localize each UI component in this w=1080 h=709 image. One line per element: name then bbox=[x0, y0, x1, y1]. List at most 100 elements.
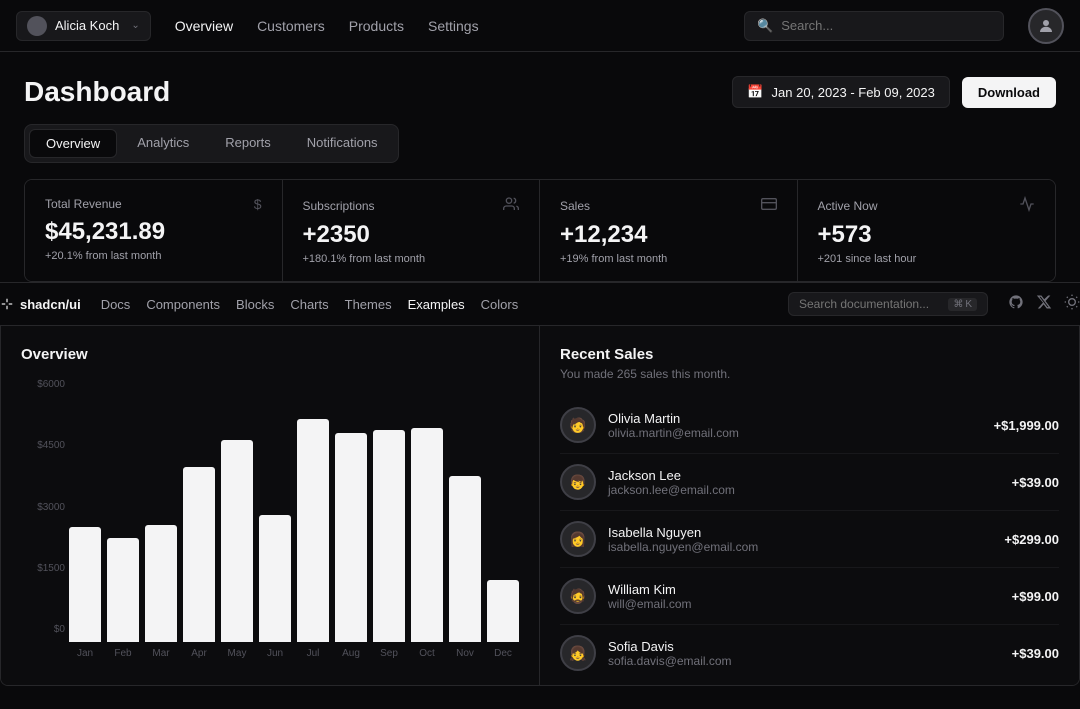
dashboard-tabs: Overview Analytics Reports Notifications bbox=[24, 124, 399, 163]
shadcn-link-examples[interactable]: Examples bbox=[408, 297, 465, 312]
list-item: 👩 Isabella Nguyen isabella.nguyen@email.… bbox=[560, 511, 1059, 568]
metric-label: Active Now bbox=[818, 199, 878, 213]
tab-notifications[interactable]: Notifications bbox=[291, 129, 394, 158]
list-item: 👦 Jackson Lee jackson.lee@email.com +$39… bbox=[560, 454, 1059, 511]
bar-wrapper bbox=[487, 379, 519, 642]
sale-name: Jackson Lee bbox=[608, 468, 1000, 483]
shadcn-link-components[interactable]: Components bbox=[146, 297, 220, 312]
shadcn-link-docs[interactable]: Docs bbox=[101, 297, 131, 312]
nav-link-settings[interactable]: Settings bbox=[428, 14, 479, 38]
github-icon[interactable] bbox=[1008, 294, 1024, 315]
top-navigation: Alicia Koch ⌄ Overview Customers Product… bbox=[0, 0, 1080, 52]
nav-link-customers[interactable]: Customers bbox=[257, 14, 325, 38]
metric-card-subscriptions: Subscriptions +2350 +180.1% from last mo… bbox=[283, 180, 541, 281]
bar-wrapper bbox=[373, 379, 405, 642]
chart-panel: Overview $6000 $4500 $3000 $1500 $0 Jan F… bbox=[1, 326, 540, 686]
sale-info: Isabella Nguyen isabella.nguyen@email.co… bbox=[608, 525, 992, 554]
y-label: $0 bbox=[21, 624, 65, 635]
search-input[interactable] bbox=[781, 18, 991, 33]
bars-area: JanFebMarAprMayJunJulAugSepOctNovDec bbox=[69, 379, 519, 659]
bar-wrapper bbox=[449, 379, 481, 642]
chart-area: $6000 $4500 $3000 $1500 $0 JanFebMarAprM… bbox=[21, 379, 519, 659]
x-label: Oct bbox=[411, 648, 443, 659]
twitter-icon[interactable] bbox=[1036, 294, 1052, 315]
shadcn-link-colors[interactable]: Colors bbox=[481, 297, 519, 312]
bars-container bbox=[69, 379, 519, 642]
bar-wrapper bbox=[69, 379, 101, 642]
sales-subtitle: You made 265 sales this month. bbox=[560, 367, 1059, 381]
avatar[interactable] bbox=[1028, 8, 1064, 44]
chevron-down-icon: ⌄ bbox=[131, 20, 139, 31]
sale-name: William Kim bbox=[608, 582, 1000, 597]
nav-links: Overview Customers Products Settings bbox=[175, 14, 720, 38]
dollar-icon: $ bbox=[254, 196, 262, 212]
shadcn-external-icons bbox=[1008, 294, 1080, 315]
metric-label: Sales bbox=[560, 199, 590, 213]
avatar: 👧 bbox=[560, 635, 596, 671]
metric-card-header: Active Now bbox=[818, 196, 1036, 215]
metric-value: +573 bbox=[818, 221, 1036, 249]
shadcn-bar: shadcn/ui Docs Components Blocks Charts … bbox=[0, 282, 1080, 326]
metric-label: Total Revenue bbox=[45, 197, 122, 211]
chart-title: Overview bbox=[21, 346, 519, 363]
list-item: 🧑 Olivia Martin olivia.martin@email.com … bbox=[560, 397, 1059, 454]
metric-value: +2350 bbox=[303, 221, 520, 249]
metric-value: $45,231.89 bbox=[45, 218, 262, 246]
shadcn-link-charts[interactable]: Charts bbox=[290, 297, 328, 312]
user-selector[interactable]: Alicia Koch ⌄ bbox=[16, 11, 151, 41]
x-label: Jan bbox=[69, 648, 101, 659]
top-search-bar[interactable]: 🔍 bbox=[744, 11, 1004, 41]
metric-card-sales: Sales +12,234 +19% from last month bbox=[540, 180, 798, 281]
page-title: Dashboard bbox=[24, 76, 170, 108]
metric-change: +180.1% from last month bbox=[303, 253, 520, 265]
sale-email: will@email.com bbox=[608, 597, 1000, 611]
sale-name: Olivia Martin bbox=[608, 411, 982, 426]
x-label: Feb bbox=[107, 648, 139, 659]
list-item: 👧 Sofia Davis sofia.davis@email.com +$39… bbox=[560, 625, 1059, 681]
x-label: Aug bbox=[335, 648, 367, 659]
metric-change: +201 since last hour bbox=[818, 253, 1036, 265]
credit-card-icon bbox=[761, 196, 777, 215]
shadcn-search-input[interactable] bbox=[799, 297, 940, 311]
y-label: $4500 bbox=[21, 440, 65, 451]
metric-card-header: Total Revenue $ bbox=[45, 196, 262, 212]
user-name: Alicia Koch bbox=[55, 18, 119, 33]
bar-wrapper bbox=[145, 379, 177, 642]
calendar-icon: 📅 bbox=[747, 84, 763, 100]
sale-amount: +$99.00 bbox=[1012, 589, 1059, 604]
sale-info: Jackson Lee jackson.lee@email.com bbox=[608, 468, 1000, 497]
bar-wrapper bbox=[221, 379, 253, 642]
shadcn-link-themes[interactable]: Themes bbox=[345, 297, 392, 312]
sale-info: Olivia Martin olivia.martin@email.com bbox=[608, 411, 982, 440]
avatar: 👦 bbox=[560, 464, 596, 500]
download-button[interactable]: Download bbox=[962, 77, 1056, 108]
sale-info: William Kim will@email.com bbox=[608, 582, 1000, 611]
tab-overview[interactable]: Overview bbox=[29, 129, 117, 158]
tab-reports[interactable]: Reports bbox=[209, 129, 287, 158]
metric-label: Subscriptions bbox=[303, 199, 375, 213]
shadcn-search-bar[interactable]: ⌘ K bbox=[788, 292, 988, 316]
x-label: Sep bbox=[373, 648, 405, 659]
y-axis: $6000 $4500 $3000 $1500 $0 bbox=[21, 379, 65, 659]
nav-link-products[interactable]: Products bbox=[349, 14, 404, 38]
bar-wrapper bbox=[107, 379, 139, 642]
theme-toggle-icon[interactable] bbox=[1064, 294, 1080, 315]
sale-amount: +$1,999.00 bbox=[994, 418, 1059, 433]
shadcn-logo[interactable]: shadcn/ui bbox=[0, 297, 81, 312]
search-icon: 🔍 bbox=[757, 18, 773, 34]
dashboard-header: Dashboard 📅 Jan 20, 2023 - Feb 09, 2023 … bbox=[24, 76, 1056, 108]
tab-analytics[interactable]: Analytics bbox=[121, 129, 205, 158]
sale-name: Isabella Nguyen bbox=[608, 525, 992, 540]
x-label: Apr bbox=[183, 648, 215, 659]
metric-change: +20.1% from last month bbox=[45, 250, 262, 262]
sale-amount: +$39.00 bbox=[1012, 646, 1059, 661]
sale-email: olivia.martin@email.com bbox=[608, 426, 982, 440]
date-range-picker[interactable]: 📅 Jan 20, 2023 - Feb 09, 2023 bbox=[732, 76, 950, 108]
x-label: Nov bbox=[449, 648, 481, 659]
shadcn-link-blocks[interactable]: Blocks bbox=[236, 297, 274, 312]
shadcn-nav-links: Docs Components Blocks Charts Themes Exa… bbox=[101, 297, 768, 312]
metric-cards: Total Revenue $ $45,231.89 +20.1% from l… bbox=[24, 179, 1056, 282]
main-content: Dashboard 📅 Jan 20, 2023 - Feb 09, 2023 … bbox=[0, 52, 1080, 282]
nav-link-overview[interactable]: Overview bbox=[175, 14, 233, 38]
date-range-label: Jan 20, 2023 - Feb 09, 2023 bbox=[772, 85, 935, 100]
